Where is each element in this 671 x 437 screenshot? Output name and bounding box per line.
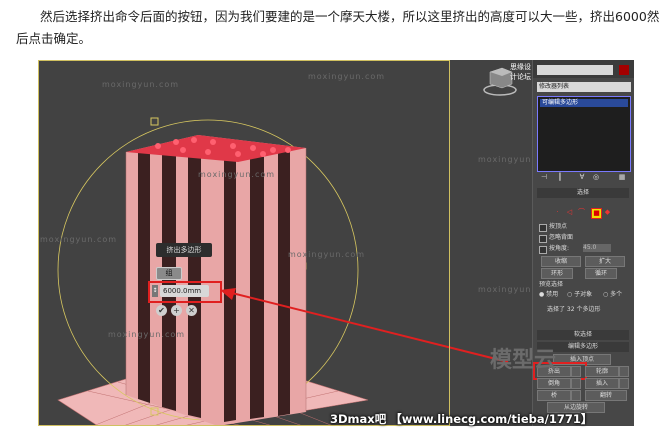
object-color-swatch[interactable] [619,65,629,75]
configure-sets-icon[interactable]: ▦ [617,172,627,182]
bridge-button[interactable]: 桥 [537,390,571,401]
height-icon: ↕ [152,285,158,297]
bevel-button[interactable]: 倒角 [537,378,571,389]
angle-spinner[interactable]: 45.0 [583,244,611,252]
loop-button[interactable]: 循环 [585,268,617,279]
perspective-viewport[interactable]: moxingyun.com moxingyun.com moxingyun.co… [38,60,554,426]
shrink-button[interactable]: 收缩 [541,256,581,267]
ignore-backfacing-checkbox[interactable] [539,235,547,243]
preview-multi-radio[interactable]: ○ 多个 [603,291,622,299]
by-vertex-label: 按顶点 [549,223,568,230]
vertex-icon[interactable]: · [553,208,562,217]
cancel-icon[interactable]: ✕ [186,305,197,316]
edge-icon[interactable]: ◁ [565,208,574,217]
preview-selection-label: 预览选择 [539,281,564,288]
pin-stack-icon[interactable]: ⊣ [539,172,549,182]
selection-rollout-title[interactable]: 选择 [537,188,629,198]
instruction-paragraph: 然后选择挤出命令后面的按钮，因为我们要建的是一个摩天大楼，所以这里挤出的高度可以… [16,9,660,46]
inset-settings-button[interactable] [619,378,629,389]
outline-settings-button[interactable] [619,366,629,377]
stack-item-editable-poly[interactable]: 可编辑多边形 [540,99,628,107]
modifier-stack: 可编辑多边形 [537,96,631,172]
outline-button[interactable]: 轮廓 [585,366,619,377]
panel-header [533,60,634,78]
border-icon[interactable]: ⌒ [577,208,586,217]
bridge-settings-button[interactable] [571,390,581,401]
ok-icon[interactable]: ✔ [156,305,167,316]
ring-button[interactable]: 环形 [541,268,573,279]
extrude-height-field[interactable]: ↕ 6000.0mm [148,281,222,303]
remove-modifier-icon[interactable]: ◎ [591,172,601,182]
watermark-text: moxingyun.com [40,235,118,244]
apply-icon[interactable]: + [171,305,182,316]
preview-subobject-radio[interactable]: ○ 子对象 [567,291,592,299]
extrude-height-value[interactable]: 6000.0mm [160,285,209,297]
watermark-text: moxingyun.com [308,72,386,81]
ignore-backfacing-label: 忽略背面 [549,234,574,241]
soft-selection-rollout[interactable]: 软选择 [537,330,629,340]
make-unique-icon[interactable]: ∀ [577,172,587,182]
element-icon[interactable]: ◆ [603,208,612,217]
brand-watermark: 模型云 [490,348,557,373]
modifier-list-dropdown[interactable]: 修改器列表 [537,82,631,92]
inset-button[interactable]: 插入 [585,378,619,389]
max-screenshot: moxingyun.com moxingyun.com moxingyun.co… [38,60,634,426]
extrude-caddy: 挤出多边形 组 ↕ 6000.0mm ✔ + ✕ [148,243,222,333]
watermark-text: moxingyun.com [102,80,180,89]
preview-disabled-radio[interactable]: ● 禁用 [539,291,558,299]
object-name-field[interactable] [537,65,613,75]
by-vertex-checkbox[interactable] [539,224,547,232]
selection-status: 选择了 32 个多边形 [547,306,601,313]
by-angle-checkbox[interactable] [539,246,547,254]
bevel-settings-button[interactable] [571,378,581,389]
flip-button[interactable]: 翻转 [585,390,627,401]
show-end-result-icon[interactable]: ┃ [555,172,565,182]
polygon-icon[interactable]: ■ [591,208,602,219]
top-watermark: 思缘设计论坛 [510,63,531,81]
grow-button[interactable]: 扩大 [585,256,625,267]
caddy-title: 挤出多边形 [156,243,212,257]
extrude-settings-button[interactable] [571,366,581,377]
footer-watermark: 3Dmax吧 【www.linecg.com/tieba/1771】 [330,412,593,426]
extrusion-type-dropdown[interactable]: 组 [156,267,182,280]
by-angle-label: 按角度: [549,245,570,252]
watermark-text: moxingyun.com [198,170,276,179]
stack-toolbar: ⊣ ┃ ∀ ◎ ▦ [537,172,631,184]
watermark-text: moxingyun.com [288,250,366,259]
